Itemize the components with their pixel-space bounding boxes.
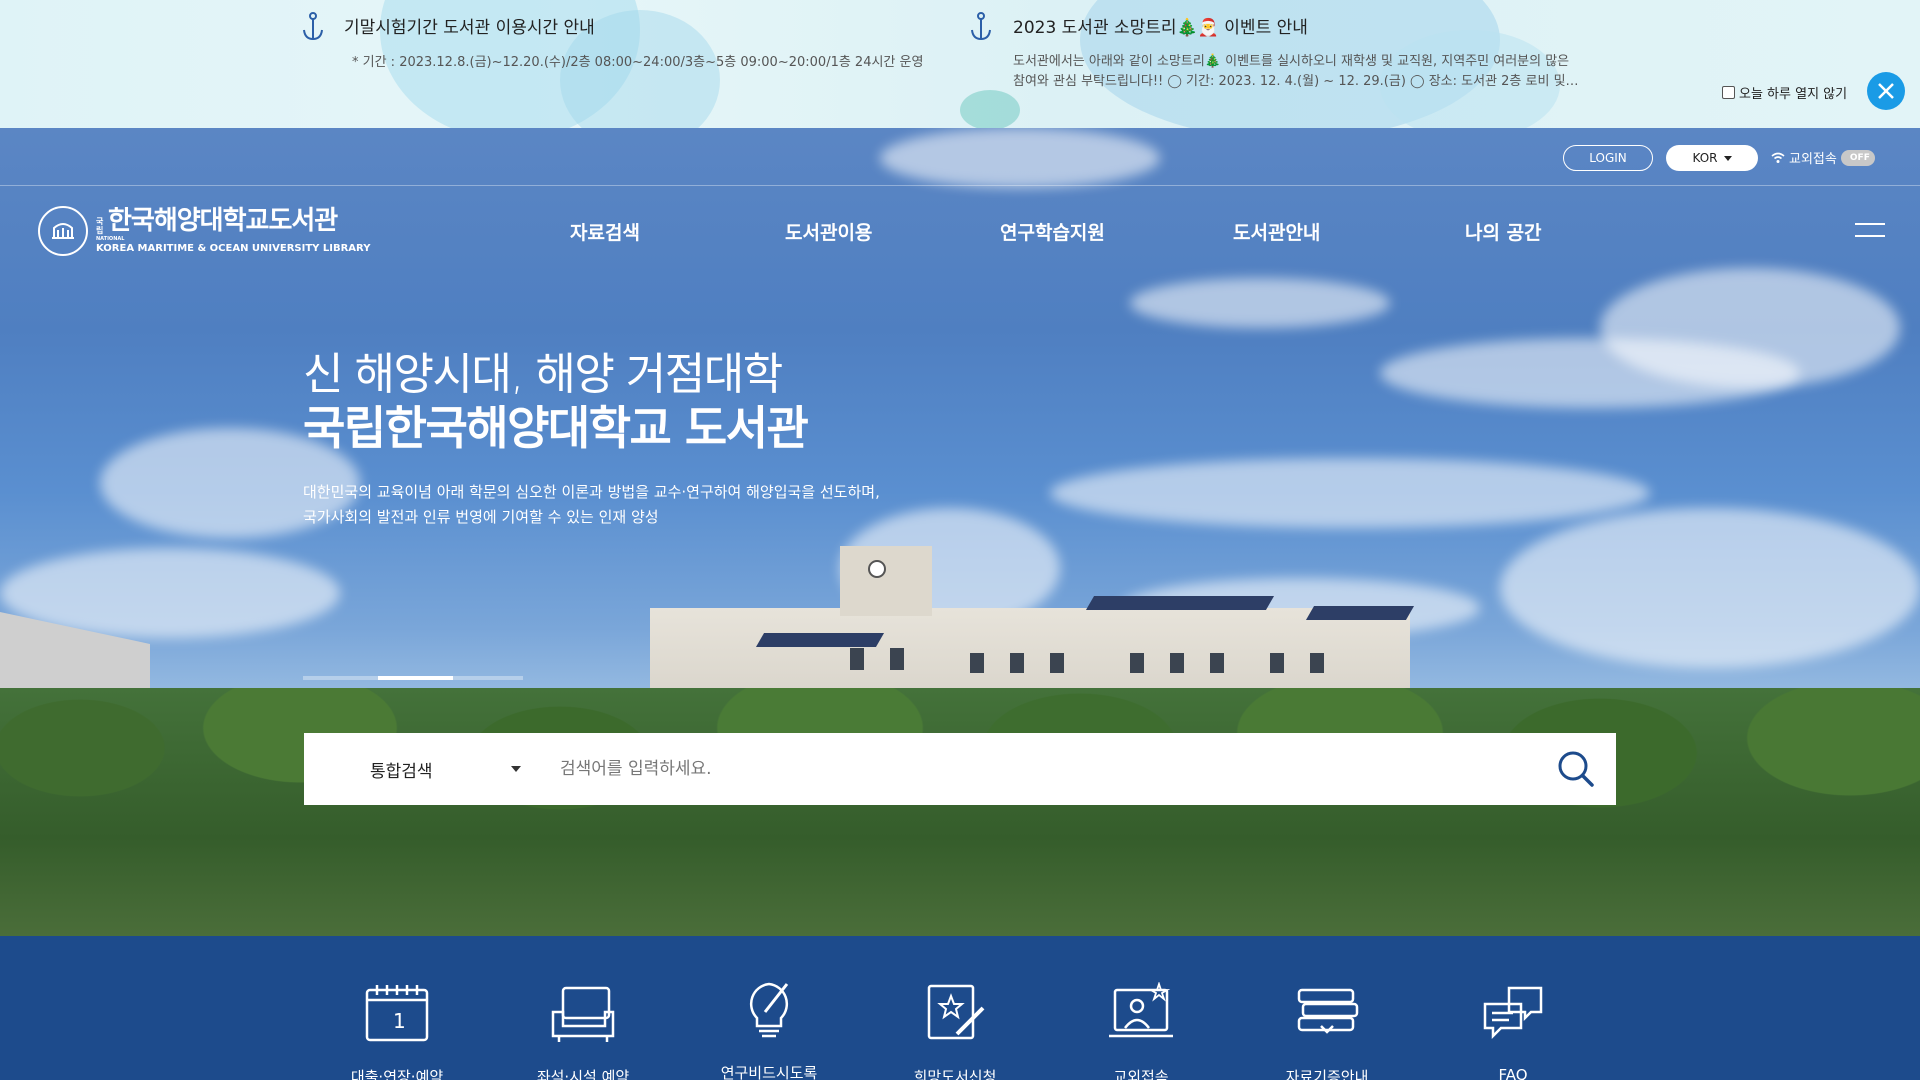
window [1210,653,1224,673]
notice-title[interactable]: 2023 도서관 소망트리🎄🎅 이벤트 안내 [1013,13,1308,38]
search-scope-select[interactable]: 통합검색 [304,757,540,782]
slider-progress-active [378,676,453,680]
wifi-icon [1771,152,1785,163]
quick-item-faq[interactable]: FAQ [1443,982,1583,1080]
notice-desc: 도서관에서는 아래와 같이 소망트리🎄 이벤트를 실시하오니 재학생 및 교직원… [1013,54,1570,69]
books-icon [1297,988,1359,1034]
search-bar: 통합검색 [304,733,1616,805]
calendar-icon: 1 [365,985,429,1042]
remote-access-toggle[interactable]: OFF [1840,149,1875,166]
logo-national-en: NATIONAL [96,236,125,242]
sofa-icon [551,986,615,1042]
logo-name-ko: 한국해양대학교도서관 [108,206,338,236]
nav-item-research-support[interactable]: 연구학습지원 [1000,218,1105,245]
nav-item-library-info[interactable]: 도서관안내 [1233,218,1320,245]
notice-desc: 참여와 관심 부탁드립니다!! ◯ 기간: 2023. 12. 4.(월) ~ … [1013,74,1579,89]
window [1170,653,1184,673]
checkbox-box[interactable] [1722,86,1735,99]
menu-icon[interactable] [1855,223,1885,237]
clock-tower [840,546,932,616]
tree-line [0,688,1920,936]
nav-item-my-space[interactable]: 나의 공간 [1465,218,1542,245]
chat-bubbles-icon [1483,986,1543,1040]
svg-text:1: 1 [393,1009,406,1033]
language-label: KOR [1692,151,1718,165]
quick-menu: 1 대출·연장·예약 좌석·시설 예약 연구비드시도록 희망도서신청 교외접속 … [0,936,1920,1080]
window [970,653,984,673]
hero-section: LOGIN KOR 교외접속 OFF 국립 한국해양대학교도서관 NATIONA… [0,128,1920,936]
window [890,648,904,670]
close-popup-button[interactable] [1867,72,1905,110]
chevron-down-icon [1723,155,1732,161]
anchor-icon [971,12,991,41]
hero-title: 국립한국해양대학교 도서관 [303,401,809,455]
lightbulb-pen-icon [749,982,789,1038]
logo-name-en: KOREA MARITIME & OCEAN UNIVERSITY LIBRAR… [96,243,371,254]
university-emblem-icon [38,206,88,256]
login-button[interactable]: LOGIN [1563,145,1653,171]
window [1050,653,1064,673]
cloud [1050,458,1650,528]
quick-item-label: 연구비드시도록 [720,1064,818,1080]
chevron-down-icon [510,766,521,772]
window [1130,653,1144,673]
emblem-mark [52,223,74,239]
search-input[interactable] [540,749,1536,789]
remote-access[interactable]: 교외접속 OFF [1771,148,1875,167]
notice-popup-bar: 기말시험기간 도서관 이용시간 안내 * 기간 : 2023.12.8.(금)~… [0,0,1920,128]
cloud [1600,268,1900,388]
solar-panel [755,633,885,647]
hero-description-line: 대한민국의 교육이념 아래 학문의 심오한 이론과 방법을 교수·연구하여 해양… [303,483,880,501]
logo-national-ko: 국립 [96,217,104,235]
close-today-checkbox[interactable]: 오늘 하루 열지 않기 [1722,83,1847,102]
search-button[interactable] [1536,733,1616,805]
site-logo[interactable]: 국립 한국해양대학교도서관 NATIONAL KOREA MARITIME & … [38,206,370,256]
quick-item-donation[interactable]: 자료기증안내 [1257,982,1397,1080]
window [850,648,864,670]
quick-item-label: 좌석·시설 예약 [536,1068,630,1080]
quick-item-label: 대출·연장·예약 [350,1068,444,1080]
quick-item-seat[interactable]: 좌석·시설 예약 [513,982,653,1080]
monitor-user-icon [1109,982,1173,1038]
search-icon [1558,751,1594,787]
remote-access-label: 교외접속 [1789,152,1837,167]
book-star-icon [927,984,985,1040]
window [1270,653,1284,673]
notice-desc: * 기간 : 2023.12.8.(금)~12.20.(수)/2층 08:00~… [352,55,924,70]
nav-item-library-use[interactable]: 도서관이용 [785,218,872,245]
hero-description: 대한민국의 교육이념 아래 학문의 심오한 이론과 방법을 교수·연구하여 해양… [303,480,880,530]
quick-item-loan[interactable]: 1 대출·연장·예약 [327,982,467,1080]
quick-item-label: 희망도서신청 [913,1068,997,1080]
slider-progress[interactable] [303,676,523,680]
solar-panel [1085,596,1275,610]
cloud [1500,508,1920,668]
solar-panel [1305,606,1415,620]
quick-item-label: FAQ [1498,1066,1528,1080]
notice-title[interactable]: 기말시험기간 도서관 이용시간 안내 [344,13,595,38]
search-scope-label: 통합검색 [370,761,433,782]
window [1310,653,1324,673]
decor-blob [960,90,1020,128]
close-today-label: 오늘 하루 열지 않기 [1739,87,1848,102]
quick-item-request[interactable]: 희망도서신청 [885,982,1025,1080]
utility-bar: LOGIN KOR 교외접속 OFF [0,128,1920,186]
clock-icon [868,560,886,578]
anchor-icon [303,12,323,41]
hero-description-line: 국가사회의 발전과 인류 번영에 기여할 수 있는 인재 양성 [303,508,659,526]
quick-item-remote[interactable]: 교외접속 [1071,982,1211,1080]
language-select[interactable]: KOR [1666,145,1758,171]
quick-item-research[interactable]: 연구비드시도록 [699,978,839,1080]
close-icon [1878,83,1894,99]
quick-item-label: 교외접속 [1113,1068,1169,1080]
quick-item-label: 자료기증안내 [1285,1068,1369,1080]
cloud [1130,278,1390,328]
window [1010,653,1024,673]
nav-item-search[interactable]: 자료검색 [570,218,640,245]
